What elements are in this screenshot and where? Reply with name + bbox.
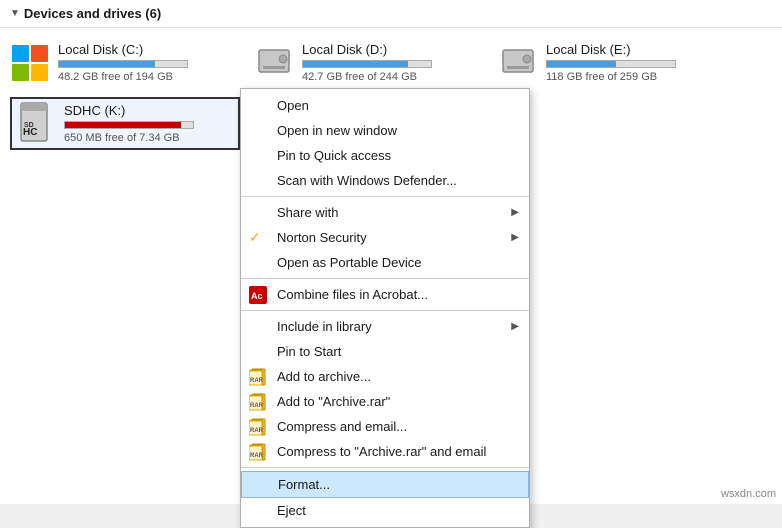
ctx-share-arrow: ▶ xyxy=(511,207,519,218)
ctx-compress-archive-label: Compress to "Archive.rar" and email xyxy=(277,444,486,459)
svg-text:Ac: Ac xyxy=(251,291,263,301)
ctx-format-label: Format... xyxy=(278,477,330,492)
win-sq3 xyxy=(12,64,29,81)
drive-name-d: Local Disk (D:) xyxy=(302,42,484,57)
ctx-sep2 xyxy=(241,278,529,279)
ctx-scan-defender[interactable]: Scan with Windows Defender... xyxy=(241,168,529,193)
ctx-norton-label: Norton Security xyxy=(277,230,367,245)
expand-icon[interactable]: ▼ xyxy=(10,8,20,19)
rar-icon-3: RAR xyxy=(249,418,267,436)
ctx-open-portable[interactable]: Open as Portable Device xyxy=(241,250,529,275)
drive-free-k: 650 MB free of 7.34 GB xyxy=(64,132,234,144)
drive-bar-fill-k xyxy=(65,122,181,128)
drive-bar-e xyxy=(546,60,676,68)
ctx-pin-start[interactable]: Pin to Start xyxy=(241,339,529,364)
ctx-add-archive-label: Add to archive... xyxy=(277,369,371,384)
ctx-norton[interactable]: ✓ Norton Security ▶ xyxy=(241,225,529,250)
rar-icon-1: RAR xyxy=(249,368,267,386)
ctx-include-library[interactable]: Include in library ▶ xyxy=(241,314,529,339)
windows-icon xyxy=(12,45,48,81)
watermark: wsxdn.com xyxy=(721,488,776,500)
win-sq2 xyxy=(31,45,48,62)
ctx-eject-label: Eject xyxy=(277,503,306,518)
ctx-sep3 xyxy=(241,310,529,311)
ctx-scan-label: Scan with Windows Defender... xyxy=(277,173,457,188)
hdd-svg-d xyxy=(255,46,293,78)
devices-header: ▼ Devices and drives (6) xyxy=(0,0,782,28)
drive-bar-fill-c xyxy=(59,61,155,67)
drive-bar-d xyxy=(302,60,432,68)
ctx-sep4 xyxy=(241,467,529,468)
ctx-library-arrow: ▶ xyxy=(511,321,519,332)
drive-bar-fill-e xyxy=(547,61,616,67)
drive-item-d[interactable]: Local Disk (D:) 42.7 GB free of 244 GB xyxy=(254,42,484,83)
drive-item-k[interactable]: SD HC SDHC (K:) 650 MB free of 7.34 GB xyxy=(10,97,240,150)
acrobat-icon: Ac xyxy=(249,286,267,304)
drive-info-k: SDHC (K:) 650 MB free of 7.34 GB xyxy=(64,103,234,144)
drive-icon-e xyxy=(498,42,538,82)
ctx-acrobat-label: Combine files in Acrobat... xyxy=(277,287,428,302)
ctx-share-label: Share with xyxy=(277,205,338,220)
drive-name-e: Local Disk (E:) xyxy=(546,42,728,57)
rar-icon-2: RAR xyxy=(249,393,267,411)
rar-icon-4: RAR xyxy=(249,443,267,461)
drive-icon-d xyxy=(254,42,294,82)
ctx-library-label: Include in library xyxy=(277,319,372,334)
svg-text:RAR: RAR xyxy=(250,428,264,434)
ctx-add-archive[interactable]: RAR Add to archive... xyxy=(241,364,529,389)
norton-check-icon: ✓ xyxy=(249,229,261,246)
ctx-share-with[interactable]: Share with ▶ xyxy=(241,200,529,225)
svg-text:HC: HC xyxy=(23,127,37,138)
svg-text:RAR: RAR xyxy=(250,378,264,384)
drive-name-c: Local Disk (C:) xyxy=(58,42,240,57)
drive-item-e[interactable]: Local Disk (E:) 118 GB free of 259 GB xyxy=(498,42,728,83)
drive-icon-k: SD HC xyxy=(16,103,56,143)
drive-bar-c xyxy=(58,60,188,68)
ctx-combine-acrobat[interactable]: Ac Combine files in Acrobat... xyxy=(241,282,529,307)
ctx-open-new[interactable]: Open in new window xyxy=(241,118,529,143)
devices-title: Devices and drives (6) xyxy=(24,6,161,21)
drive-info-d: Local Disk (D:) 42.7 GB free of 244 GB xyxy=(302,42,484,83)
drive-free-e: 118 GB free of 259 GB xyxy=(546,71,728,83)
ctx-compress-archive-email[interactable]: RAR Compress to "Archive.rar" and email xyxy=(241,439,529,464)
ctx-sep1 xyxy=(241,196,529,197)
drive-bar-k xyxy=(64,121,194,129)
drive-bar-fill-d xyxy=(303,61,408,67)
win-sq4 xyxy=(31,64,48,81)
ctx-pin-quick[interactable]: Pin to Quick access xyxy=(241,143,529,168)
ctx-open[interactable]: Open xyxy=(241,93,529,118)
drive-free-c: 48.2 GB free of 194 GB xyxy=(58,71,240,83)
drive-name-k: SDHC (K:) xyxy=(64,103,234,118)
ctx-compress-email[interactable]: RAR Compress and email... xyxy=(241,414,529,439)
ctx-pin-start-label: Pin to Start xyxy=(277,344,341,359)
ctx-pin-quick-label: Pin to Quick access xyxy=(277,148,391,163)
ctx-add-archive-rar[interactable]: RAR Add to "Archive.rar" xyxy=(241,389,529,414)
svg-text:RAR: RAR xyxy=(250,453,264,459)
ctx-archive-rar-label: Add to "Archive.rar" xyxy=(277,394,390,409)
ctx-format[interactable]: Format... xyxy=(241,471,529,498)
context-menu: Open Open in new window Pin to Quick acc… xyxy=(240,88,530,528)
drive-icon-c xyxy=(10,42,50,82)
drive-free-d: 42.7 GB free of 244 GB xyxy=(302,71,484,83)
drive-info-e: Local Disk (E:) 118 GB free of 259 GB xyxy=(546,42,728,83)
ctx-open-new-label: Open in new window xyxy=(277,123,397,138)
ctx-portable-label: Open as Portable Device xyxy=(277,255,422,270)
ctx-compress-label: Compress and email... xyxy=(277,419,407,434)
hdd-svg-e xyxy=(499,46,537,78)
ctx-open-label: Open xyxy=(277,98,309,113)
main-panel: ▼ Devices and drives (6) Local Disk (C:)… xyxy=(0,0,782,504)
svg-text:RAR: RAR xyxy=(250,403,264,409)
ctx-eject[interactable]: Eject xyxy=(241,498,529,523)
win-sq1 xyxy=(12,45,29,62)
drive-info-c: Local Disk (C:) 48.2 GB free of 194 GB xyxy=(58,42,240,83)
sd-svg-k: SD HC xyxy=(17,101,55,145)
drive-item-c[interactable]: Local Disk (C:) 48.2 GB free of 194 GB xyxy=(10,42,240,83)
ctx-norton-arrow: ▶ xyxy=(511,232,519,243)
